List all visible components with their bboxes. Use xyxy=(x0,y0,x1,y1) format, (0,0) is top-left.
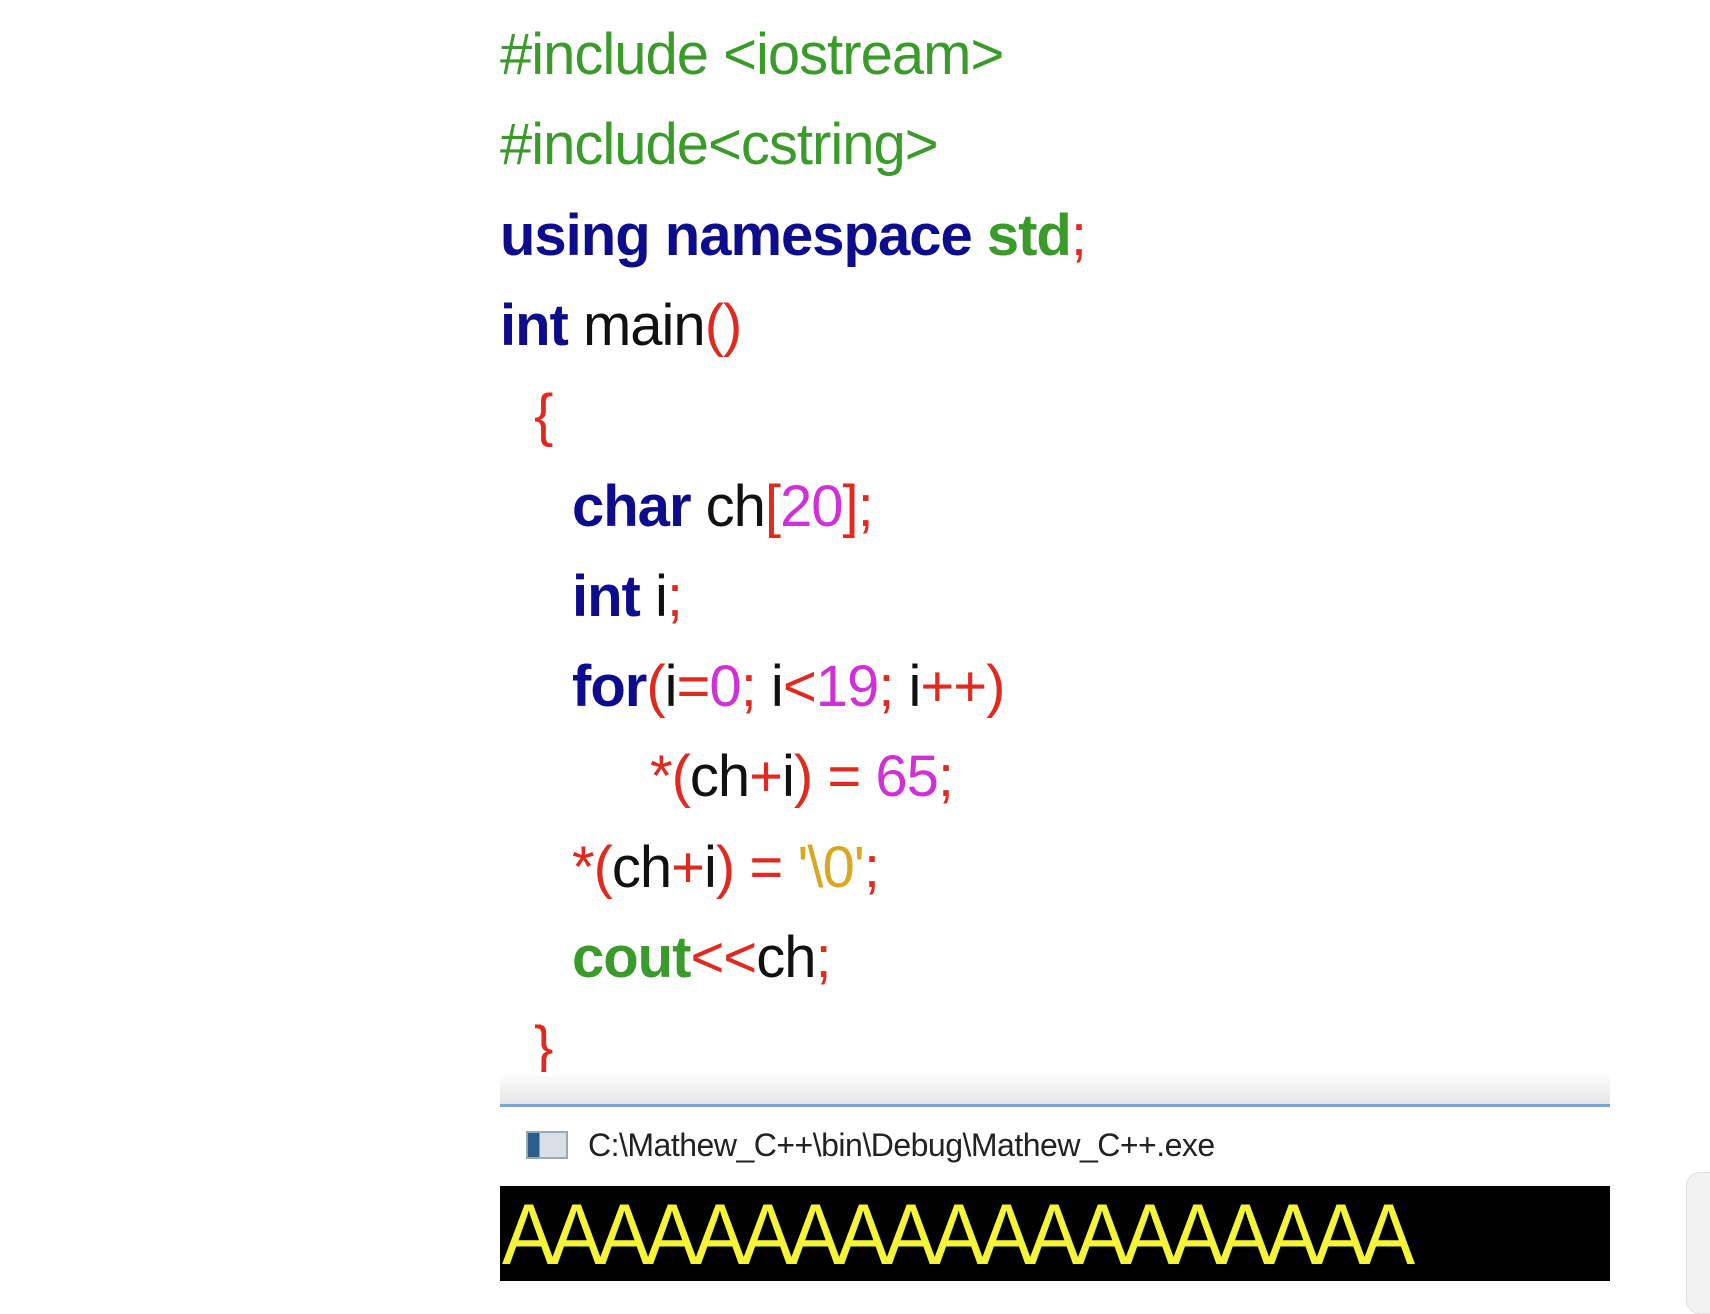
code-token: { xyxy=(534,383,553,449)
code-token: #include <iostream> xyxy=(500,22,1004,87)
console-title: C:\Mathew_C++\bin\Debug\Mathew_C++.exe xyxy=(588,1126,1215,1163)
code-token: ; xyxy=(937,744,954,810)
code-token: ) = xyxy=(793,744,876,810)
code-line: { xyxy=(534,371,553,461)
code-token: } xyxy=(534,1015,553,1081)
code-token: int xyxy=(572,563,641,629)
code-token: i xyxy=(704,834,717,900)
code-token: ; xyxy=(740,654,757,720)
code-token: std xyxy=(986,202,1072,268)
code-token: ch xyxy=(689,744,750,810)
code-token: ) = xyxy=(715,834,798,900)
code-token: i xyxy=(782,744,795,810)
code-token: ; xyxy=(878,654,894,720)
code-token: () xyxy=(704,292,743,358)
code-token: *( xyxy=(572,834,613,900)
code-token: ch xyxy=(690,473,766,539)
console-output-area: AAAAAAAAAAAAAAAAAAA xyxy=(500,1186,1610,1281)
code-token: 65 xyxy=(875,744,939,810)
code-token: 19 xyxy=(815,654,880,720)
code-token: for xyxy=(572,654,647,720)
code-token: ; xyxy=(815,925,831,990)
code-token: int xyxy=(500,292,569,358)
code-token: [ xyxy=(764,473,781,539)
code-token: ( xyxy=(646,654,665,720)
code-token: #include<cstring> xyxy=(500,112,939,178)
side-panel-edge xyxy=(1686,1172,1710,1314)
code-token: 20 xyxy=(780,473,844,539)
code-token: ch xyxy=(611,834,672,900)
code-line: *(ch+i) = 65; xyxy=(650,732,954,822)
code-token: using namespace xyxy=(500,202,987,268)
code-token: + xyxy=(749,744,783,810)
code-line: #include <iostream> xyxy=(500,10,1004,100)
console-title-bar: C:\Mathew_C++\bin\Debug\Mathew_C++.exe xyxy=(500,1112,1610,1178)
code-token: ]; xyxy=(842,473,874,539)
code-token: 0 xyxy=(709,654,741,720)
code-token: main xyxy=(567,292,706,358)
code-line: using namespace std; xyxy=(500,191,1087,281)
window-divider xyxy=(500,1072,1610,1107)
code-line: for(i=0; i<19; i++) xyxy=(572,642,1005,732)
code-token: i xyxy=(755,654,784,720)
code-token: ; xyxy=(666,563,683,629)
code-line: #include<cstring> xyxy=(500,100,939,190)
code-token: << xyxy=(690,925,757,990)
code-token: ch xyxy=(756,925,816,990)
code-token: *( xyxy=(650,744,691,810)
code-token: ; xyxy=(863,834,880,900)
code-token: '\0' xyxy=(797,834,865,900)
console-window-icon xyxy=(526,1131,568,1159)
code-token: i xyxy=(664,654,678,720)
code-token: char xyxy=(572,473,692,539)
code-line: char ch[20]; xyxy=(572,462,874,552)
code-line: cout<<ch; xyxy=(572,913,832,1003)
code-token: i xyxy=(893,654,921,720)
code-token: cout xyxy=(572,925,691,990)
code-line: int main() xyxy=(500,281,743,371)
code-token: < xyxy=(782,654,817,720)
code-token: ++) xyxy=(920,654,1005,720)
code-token: = xyxy=(676,654,711,720)
console-output-text: AAAAAAAAAAAAAAAAAAA xyxy=(502,1187,1415,1281)
code-line: int i; xyxy=(572,552,683,642)
code-token: i xyxy=(639,563,668,629)
code-line: *(ch+i) = '\0'; xyxy=(572,823,880,913)
code-token: ; xyxy=(1070,202,1087,268)
code-token: + xyxy=(671,834,705,900)
